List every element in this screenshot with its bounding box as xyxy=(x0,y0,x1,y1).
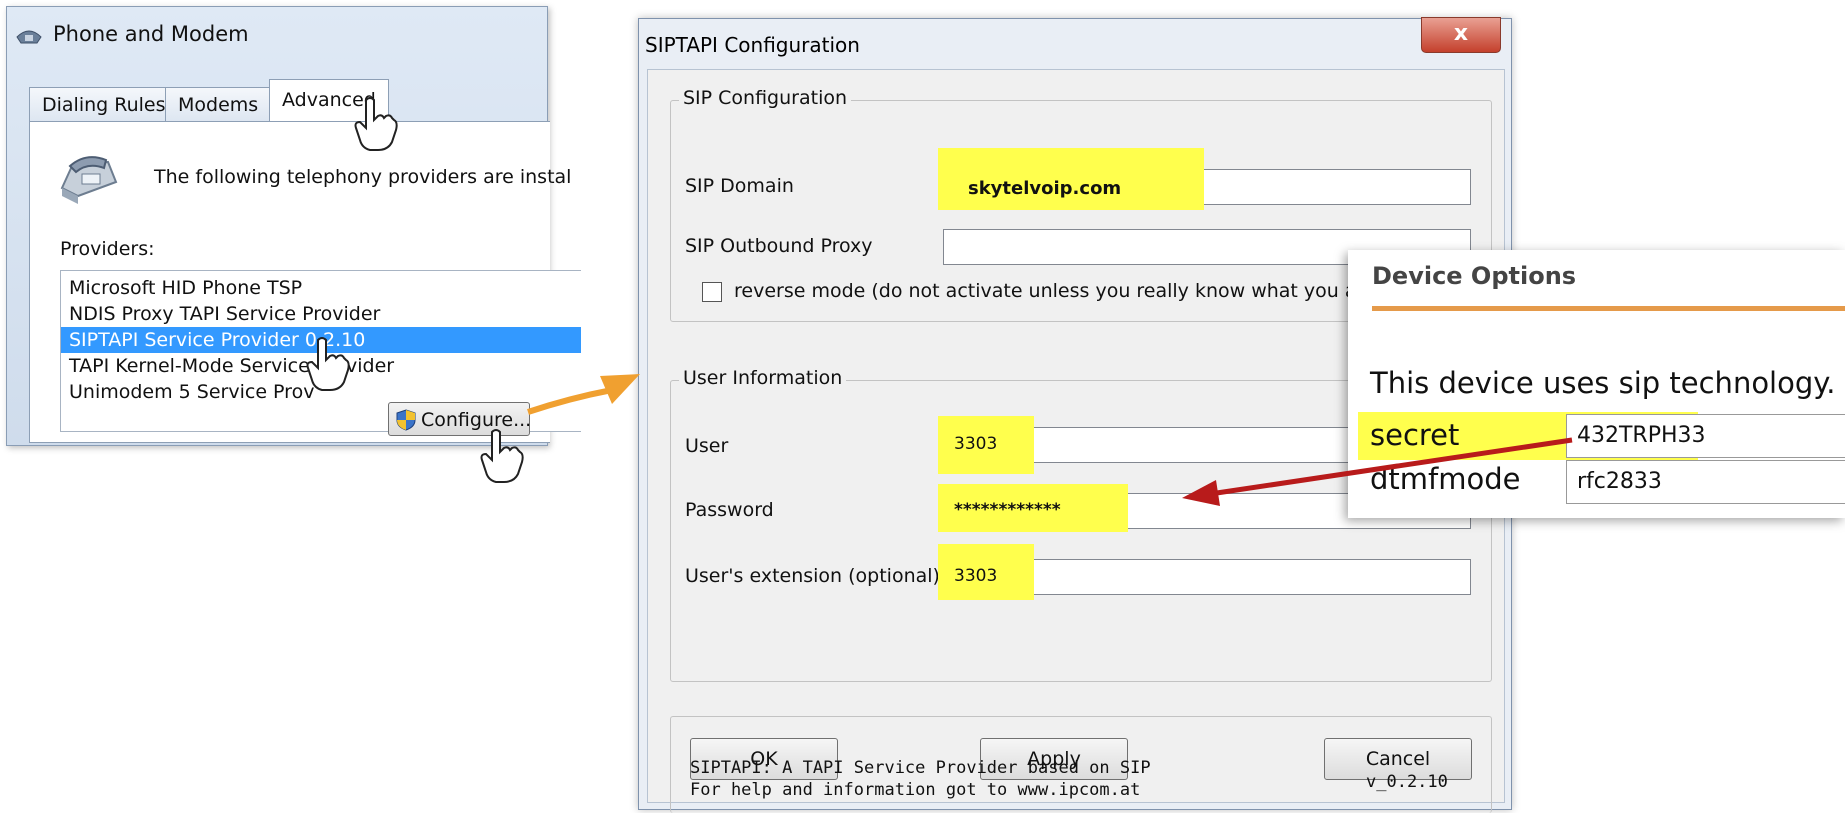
sip-domain-input[interactable]: skytelvoip.com xyxy=(938,148,1471,210)
close-button[interactable]: x xyxy=(1421,17,1501,53)
device-options-divider xyxy=(1372,306,1845,311)
sip-configuration-legend: SIP Configuration xyxy=(679,87,852,109)
reverse-mode-checkbox[interactable] xyxy=(702,282,722,302)
device-options-panel: Device Options This device uses sip tech… xyxy=(1348,250,1845,518)
sip-domain-value: skytelvoip.com xyxy=(968,178,1122,199)
close-icon: x xyxy=(1453,21,1469,46)
phone-modem-app-icon xyxy=(16,30,42,44)
sip-domain-label: SIP Domain xyxy=(685,175,794,197)
advanced-tab-panel: The following telephony providers are in… xyxy=(29,121,581,443)
footer-help-link: For help and information got to www.ipco… xyxy=(690,780,1141,800)
providers-description: The following telephony providers are in… xyxy=(154,166,572,188)
user-label: User xyxy=(685,435,729,457)
user-information-legend: User Information xyxy=(679,367,847,389)
secret-value: 432TRPH33 xyxy=(1577,423,1706,448)
secret-key-label: secret xyxy=(1370,418,1460,452)
dtmfmode-value: rfc2833 xyxy=(1577,469,1662,494)
password-label: Password xyxy=(685,499,774,521)
tab-modems[interactable]: Modems xyxy=(165,87,272,122)
extension-label: User's extension (optional) xyxy=(685,565,940,587)
device-option-row-secret: secret 432TRPH33 xyxy=(1348,412,1845,460)
providers-label: Providers: xyxy=(60,238,155,260)
device-options-description: This device uses sip technology. xyxy=(1370,366,1836,400)
phone-modem-window: Phone and Modem Dialing Rules Modems Adv… xyxy=(6,6,581,446)
list-item[interactable]: NDIS Proxy TAPI Service Provider xyxy=(61,301,581,327)
list-item[interactable]: Microsoft HID Phone TSP xyxy=(61,275,581,301)
hand-cursor-icon xyxy=(306,337,350,391)
extension-value: 3303 xyxy=(954,566,998,586)
hand-cursor-icon xyxy=(480,429,524,483)
extension-input[interactable]: 3303 xyxy=(938,544,1471,600)
reverse-mode-label: reverse mode (do not activate unless you… xyxy=(734,280,1365,302)
hand-cursor-icon xyxy=(354,97,398,151)
secret-value-field[interactable]: 432TRPH33 xyxy=(1566,414,1845,458)
dtmfmode-value-field[interactable]: rfc2833 xyxy=(1566,460,1845,504)
telephone-icon xyxy=(60,156,118,204)
device-option-row-dtmfmode: dtmfmode rfc2833 xyxy=(1348,458,1845,504)
dtmfmode-key-label: dtmfmode xyxy=(1370,462,1521,496)
password-value: ************ xyxy=(954,500,1061,520)
device-options-title: Device Options xyxy=(1372,262,1577,290)
phone-modem-titlebar[interactable]: Phone and Modem xyxy=(7,7,547,63)
footer-description: SIPTAPI: A TAPI Service Provider based o… xyxy=(690,758,1151,778)
sip-outbound-proxy-label: SIP Outbound Proxy xyxy=(685,235,873,257)
tab-dialing-rules[interactable]: Dialing Rules xyxy=(29,87,179,122)
uac-shield-icon xyxy=(396,409,416,431)
dialog-title: SIPTAPI Configuration xyxy=(645,33,860,57)
version-label: v_0.2.10 xyxy=(1366,772,1448,792)
user-value: 3303 xyxy=(954,434,998,454)
phone-modem-title: Phone and Modem xyxy=(53,22,249,46)
